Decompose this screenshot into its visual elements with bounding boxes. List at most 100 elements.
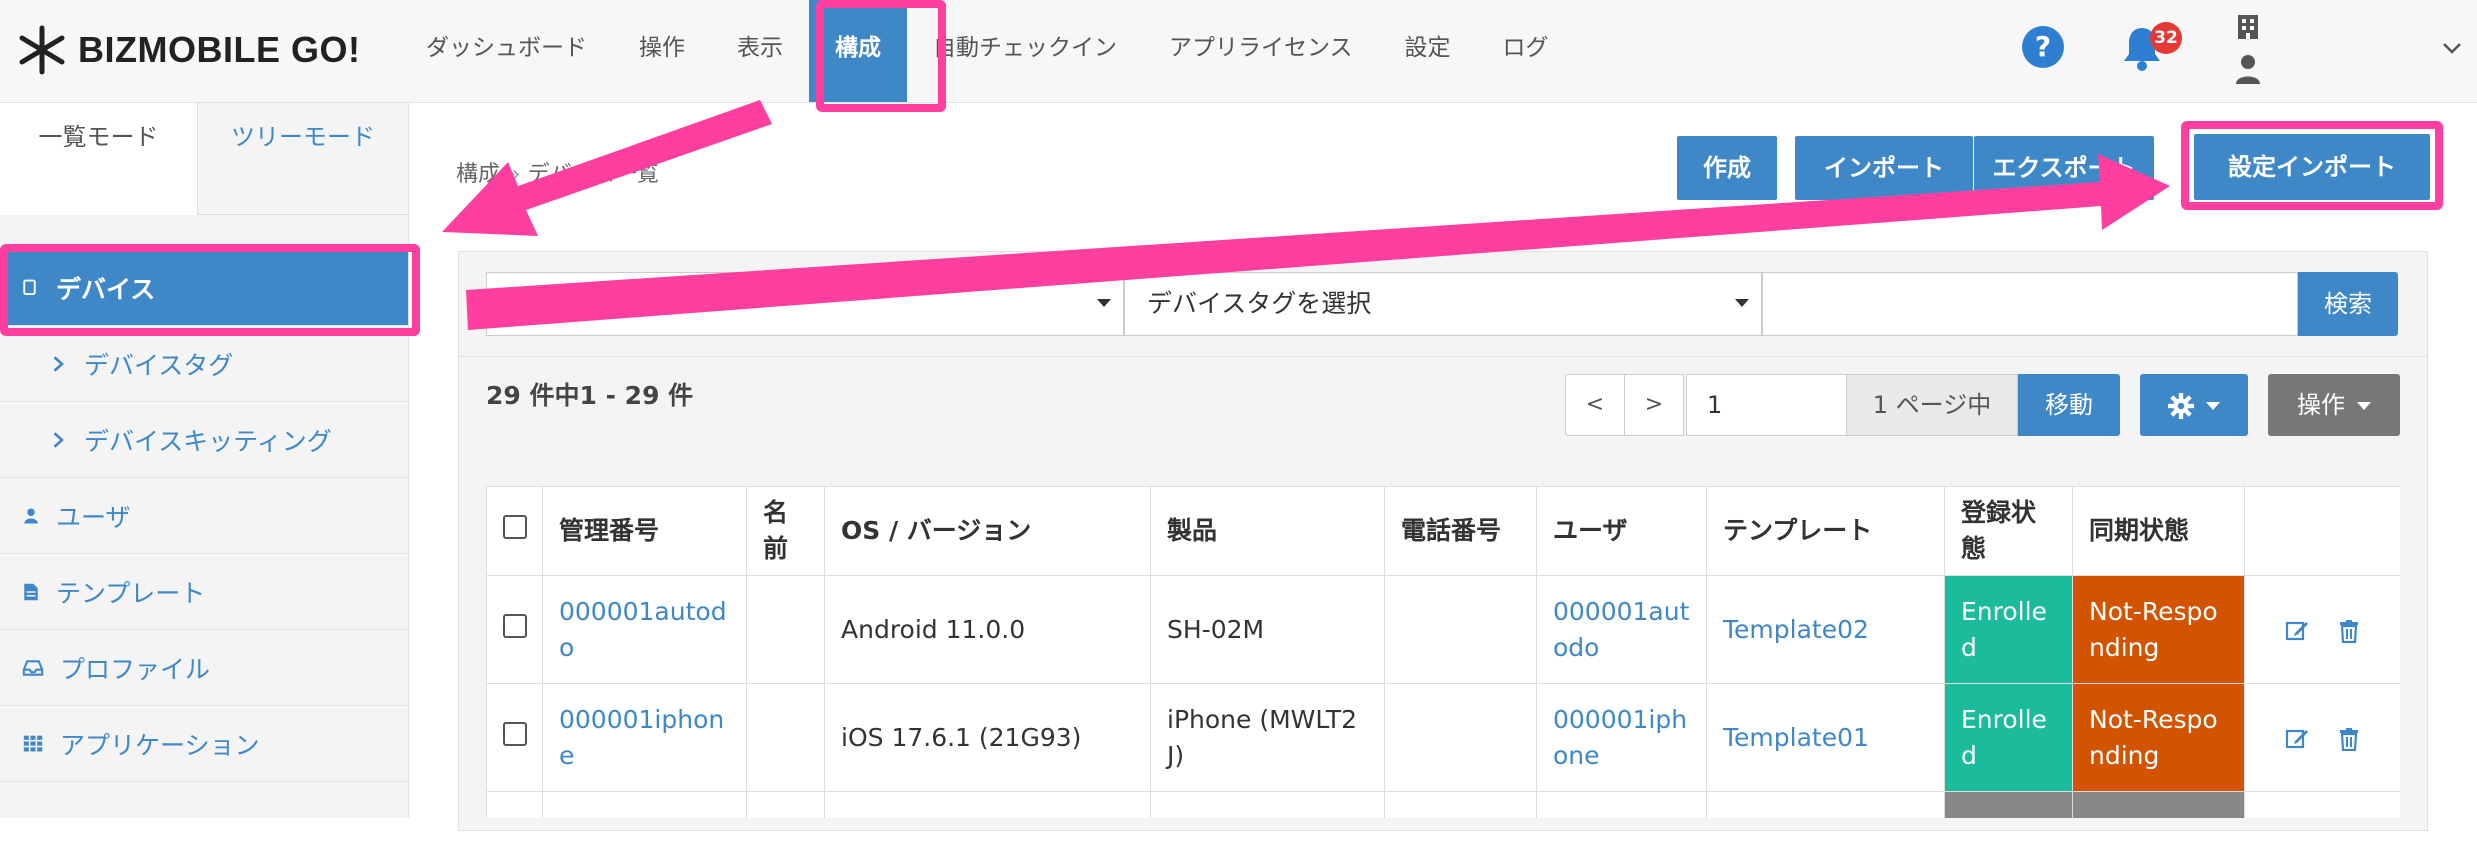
breadcrumb: 構成 » デバイス一覧 xyxy=(456,156,659,188)
device-name xyxy=(746,683,825,792)
import-button[interactable]: インポート xyxy=(1795,136,1973,200)
logo-star-icon xyxy=(19,25,65,75)
device-table: 管理番号 名前 OS / バージョン 製品 電話番号 ユーザ テンプレート 登録… xyxy=(486,486,2400,818)
breadcrumb-separator: » xyxy=(500,162,528,187)
trash-icon[interactable] xyxy=(2337,619,2361,643)
device-tag-select-value: デバイスタグを選択 xyxy=(1147,289,1372,318)
device-user-link[interactable]: 000001iphone xyxy=(1536,683,1707,792)
tab-tree-mode[interactable]: ツリーモード xyxy=(198,103,408,215)
edit-icon[interactable] xyxy=(2285,727,2309,751)
building-icon[interactable] xyxy=(2237,14,2259,40)
sidebar-item-device-kitting[interactable]: デバイスキッティング xyxy=(0,402,408,478)
device-template-link[interactable]: Template01 xyxy=(1706,683,1945,792)
nav-log[interactable]: ログ xyxy=(1477,0,1575,102)
sidebar-item-profile[interactable]: プロファイル xyxy=(0,630,408,706)
row-select-cell xyxy=(486,575,543,684)
device-product: SH-02M xyxy=(1150,575,1385,684)
search-button[interactable]: 検索 xyxy=(2298,272,2398,336)
sidebar: 一覧モード ツリーモード デバイス デバイスタグ デバイスキッティング ユーザ … xyxy=(0,103,409,818)
logo[interactable]: BIZMOBILE GO! xyxy=(16,24,360,76)
nav-view[interactable]: 表示 xyxy=(711,0,809,102)
sidebar-item-label: デバイスキッティング xyxy=(84,426,332,456)
nav-dashboard[interactable]: ダッシュボード xyxy=(400,0,613,102)
trash-icon[interactable] xyxy=(2337,727,2361,751)
header-template[interactable]: テンプレート xyxy=(1706,486,1945,576)
operations-dropdown-button[interactable]: 操作 xyxy=(2268,374,2400,436)
row-actions xyxy=(2244,683,2400,792)
search-input[interactable] xyxy=(1762,272,2298,336)
device-phone xyxy=(1384,683,1537,792)
notification-badge: 32 xyxy=(2150,22,2182,54)
device-user-link[interactable]: 000001autodo xyxy=(1536,575,1707,684)
caret-down-icon xyxy=(2357,402,2371,410)
user-icon xyxy=(24,508,38,523)
device-table-container: 管理番号 名前 OS / バージョン 製品 電話番号 ユーザ テンプレート 登録… xyxy=(486,486,2400,818)
header-name[interactable]: 名前 xyxy=(746,486,825,576)
header-enroll-status[interactable]: 登録状態 xyxy=(1944,486,2073,576)
sidebar-item-template[interactable]: テンプレート xyxy=(0,554,408,630)
device-id-link[interactable]: 000001autodo xyxy=(542,575,747,684)
sidebar-item-user[interactable]: ユーザ xyxy=(0,478,408,554)
table-cell xyxy=(1944,791,2073,818)
sidebar-highlight-box xyxy=(0,244,420,336)
sidebar-item-label: デバイスタグ xyxy=(84,350,234,380)
table-cell xyxy=(824,791,1151,818)
caret-down-icon xyxy=(1097,299,1111,307)
page-number-input[interactable]: 1 xyxy=(1686,374,1848,436)
document-icon xyxy=(24,583,38,600)
device-phone xyxy=(1384,575,1537,684)
header-os[interactable]: OS / バージョン xyxy=(824,486,1151,576)
header-sync-status[interactable]: 同期状態 xyxy=(2072,486,2245,576)
device-id-link[interactable]: 000001iphone xyxy=(542,683,747,792)
tab-list-mode[interactable]: 一覧モード xyxy=(0,103,198,215)
logo-text: BIZMOBILE GO! xyxy=(78,29,361,70)
prev-page-button[interactable]: < xyxy=(1565,374,1625,436)
page-total-label: 1 ページ中 xyxy=(1846,374,2018,436)
settings-import-highlight-box xyxy=(2181,121,2443,210)
header-select-all[interactable] xyxy=(486,486,543,576)
sidebar-item-label: テンプレート xyxy=(56,578,206,608)
header-id[interactable]: 管理番号 xyxy=(542,486,747,576)
header-user[interactable]: ユーザ xyxy=(1536,486,1707,576)
table-cell xyxy=(1150,791,1385,818)
result-count: 29 件中1 - 29 件 xyxy=(486,381,694,410)
row-actions xyxy=(2244,575,2400,684)
header-phone[interactable]: 電話番号 xyxy=(1384,486,1537,576)
user-account-icon[interactable] xyxy=(2235,54,2261,84)
sidebar-item-application[interactable]: アプリケーション xyxy=(0,706,408,782)
nav-operations[interactable]: 操作 xyxy=(613,0,711,102)
select-all-checkbox[interactable] xyxy=(503,515,527,539)
sidebar-item-device-tag[interactable]: デバイスタグ xyxy=(0,326,408,402)
row-select-cell xyxy=(486,791,543,818)
row-checkbox[interactable] xyxy=(503,613,527,638)
panel-divider xyxy=(458,356,2428,357)
sidebar-item-label: ユーザ xyxy=(56,502,131,532)
inbox-icon xyxy=(22,659,44,676)
edit-icon[interactable] xyxy=(2285,619,2309,643)
help-icon[interactable]: ? xyxy=(2022,26,2064,68)
nav-settings[interactable]: 設定 xyxy=(1379,0,1477,102)
sync-status: Not-Responding xyxy=(2072,575,2245,684)
column-settings-button[interactable] xyxy=(2140,374,2248,436)
nav-highlight-box xyxy=(816,0,946,112)
chevron-down-icon[interactable] xyxy=(2440,36,2464,60)
next-page-button[interactable]: > xyxy=(1624,374,1684,436)
device-name xyxy=(746,575,825,684)
device-tag-select[interactable]: デバイスタグを選択 xyxy=(1124,272,1762,336)
filter-select-1[interactable] xyxy=(486,272,1124,336)
sidebar-item-label: アプリケーション xyxy=(60,730,260,760)
table-cell xyxy=(2244,791,2400,818)
nav-app-license[interactable]: アプリライセンス xyxy=(1143,0,1379,102)
export-button[interactable]: エクスポート xyxy=(1974,136,2154,200)
header-actions xyxy=(2244,486,2400,576)
move-page-button[interactable]: 移動 xyxy=(2018,374,2120,436)
breadcrumb-root[interactable]: 構成 xyxy=(456,162,500,187)
row-checkbox[interactable] xyxy=(503,721,527,746)
enroll-status: Enrolled xyxy=(1944,575,2073,684)
sidebar-item-more[interactable] xyxy=(0,782,408,858)
device-template-link[interactable]: Template02 xyxy=(1706,575,1945,684)
caret-down-icon xyxy=(1735,299,1749,307)
header-product[interactable]: 製品 xyxy=(1150,486,1385,576)
gear-icon xyxy=(2168,393,2194,419)
create-button[interactable]: 作成 xyxy=(1677,136,1777,200)
